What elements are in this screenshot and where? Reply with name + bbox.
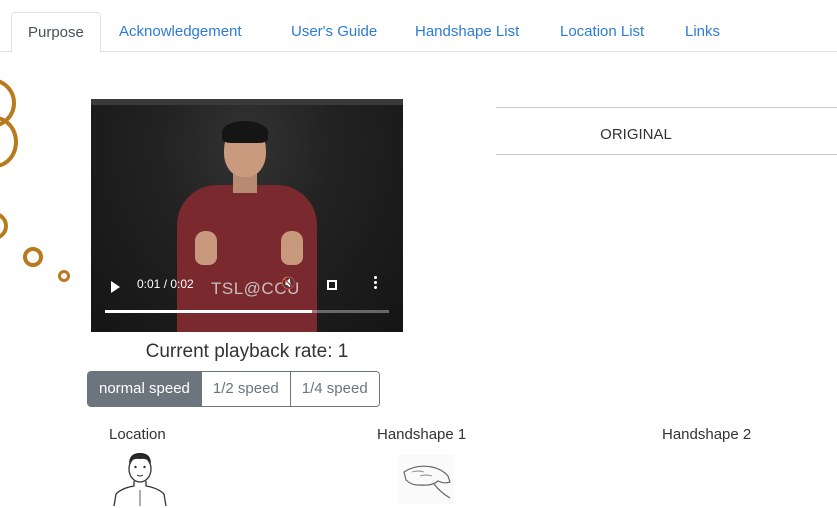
signer-left-hand [195,231,217,265]
signer-hair [222,121,268,143]
playback-rate-text: Current playback rate: 1 [145,341,349,362]
signer-right-hand [281,231,303,265]
original-top-rule [496,107,837,108]
video-progress-fill [105,310,313,313]
original-bottom-rule [496,154,837,155]
nav-tabs: Purpose Acknowledgement User's Guide Han… [0,0,837,53]
location-label: Location [109,426,166,443]
normal-speed-button[interactable]: normal speed [88,372,202,406]
location-figure-image[interactable] [110,450,170,508]
video-top-edge [91,99,403,105]
decor-circle-5 [58,270,70,282]
handshape1-label: Handshape 1 [377,426,467,443]
video-time: 0:01 / 0:02 [137,277,194,291]
tab-location-list[interactable]: Location List [544,12,660,53]
tab-links[interactable]: Links [669,12,736,53]
sign-video-player[interactable]: TSL@CCU 0:01 / 0:02 🔇 [91,99,403,332]
play-icon[interactable] [111,281,120,293]
volume-icon[interactable]: 🔇 [281,276,296,290]
handshape2-label: Handshape 2 [662,426,752,443]
speed-button-group: normal speed 1/2 speed 1/4 speed [87,371,380,407]
decor-circle-4 [23,247,43,267]
tab-handshape-list[interactable]: Handshape List [399,12,535,53]
quarter-speed-button[interactable]: 1/4 speed [290,372,379,406]
video-progress-bar[interactable] [105,310,389,313]
decor-circle-2 [0,116,18,168]
tab-purpose[interactable]: Purpose [11,12,101,53]
tab-users-guide[interactable]: User's Guide [275,12,393,53]
fullscreen-icon[interactable] [327,280,337,290]
tab-acknowledgement[interactable]: Acknowledgement [103,12,258,53]
original-heading: ORIGINAL [600,126,672,143]
handshape1-image[interactable] [398,454,454,504]
half-speed-button[interactable]: 1/2 speed [201,372,291,406]
decor-circle-3 [0,212,8,240]
more-options-icon[interactable] [374,276,378,291]
